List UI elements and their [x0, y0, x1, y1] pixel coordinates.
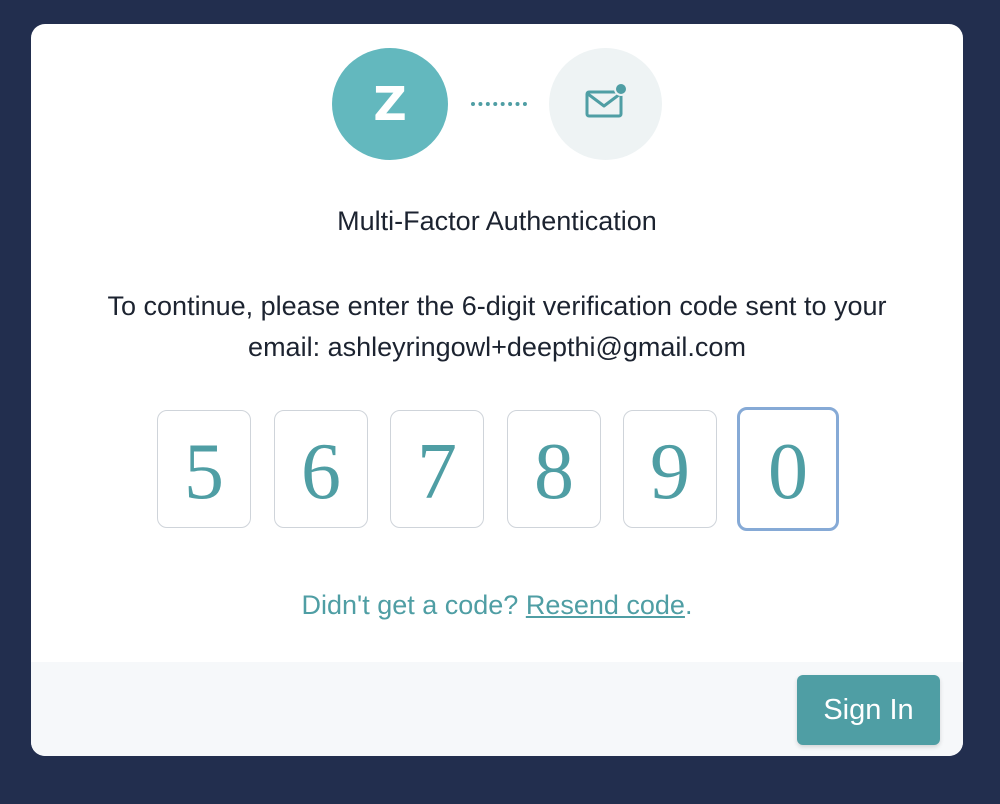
code-digit-5[interactable]: 9	[623, 410, 717, 528]
resend-code-link[interactable]: Resend code	[526, 590, 685, 620]
dialog-footer: Sign In	[31, 662, 963, 756]
step-connector	[471, 102, 527, 106]
resend-prompt: Didn't get a code?	[301, 590, 526, 620]
sign-in-button[interactable]: Sign In	[797, 675, 940, 745]
resend-suffix: .	[684, 590, 693, 620]
mail-step	[549, 48, 662, 160]
resend-line: Didn't get a code? Resend code.	[31, 590, 963, 621]
step-indicator: Z	[31, 48, 963, 160]
code-digit-2[interactable]: 6	[274, 410, 368, 528]
code-digit-4[interactable]: 8	[507, 410, 601, 528]
code-digit-3[interactable]: 7	[390, 410, 484, 528]
code-digit-6[interactable]: 0	[737, 407, 839, 531]
instructions-text: To continue, please enter the 6-digit ve…	[107, 291, 887, 362]
brand-logo: Z	[332, 48, 448, 160]
code-digit-1[interactable]: 5	[157, 410, 251, 528]
mfa-dialog: Z Multi-Factor Authentication To continu…	[31, 24, 963, 756]
page-title: Multi-Factor Authentication	[337, 206, 657, 236]
mail-notification-icon	[583, 80, 629, 129]
code-input-group: 5 6 7 8 9 0	[157, 407, 841, 531]
